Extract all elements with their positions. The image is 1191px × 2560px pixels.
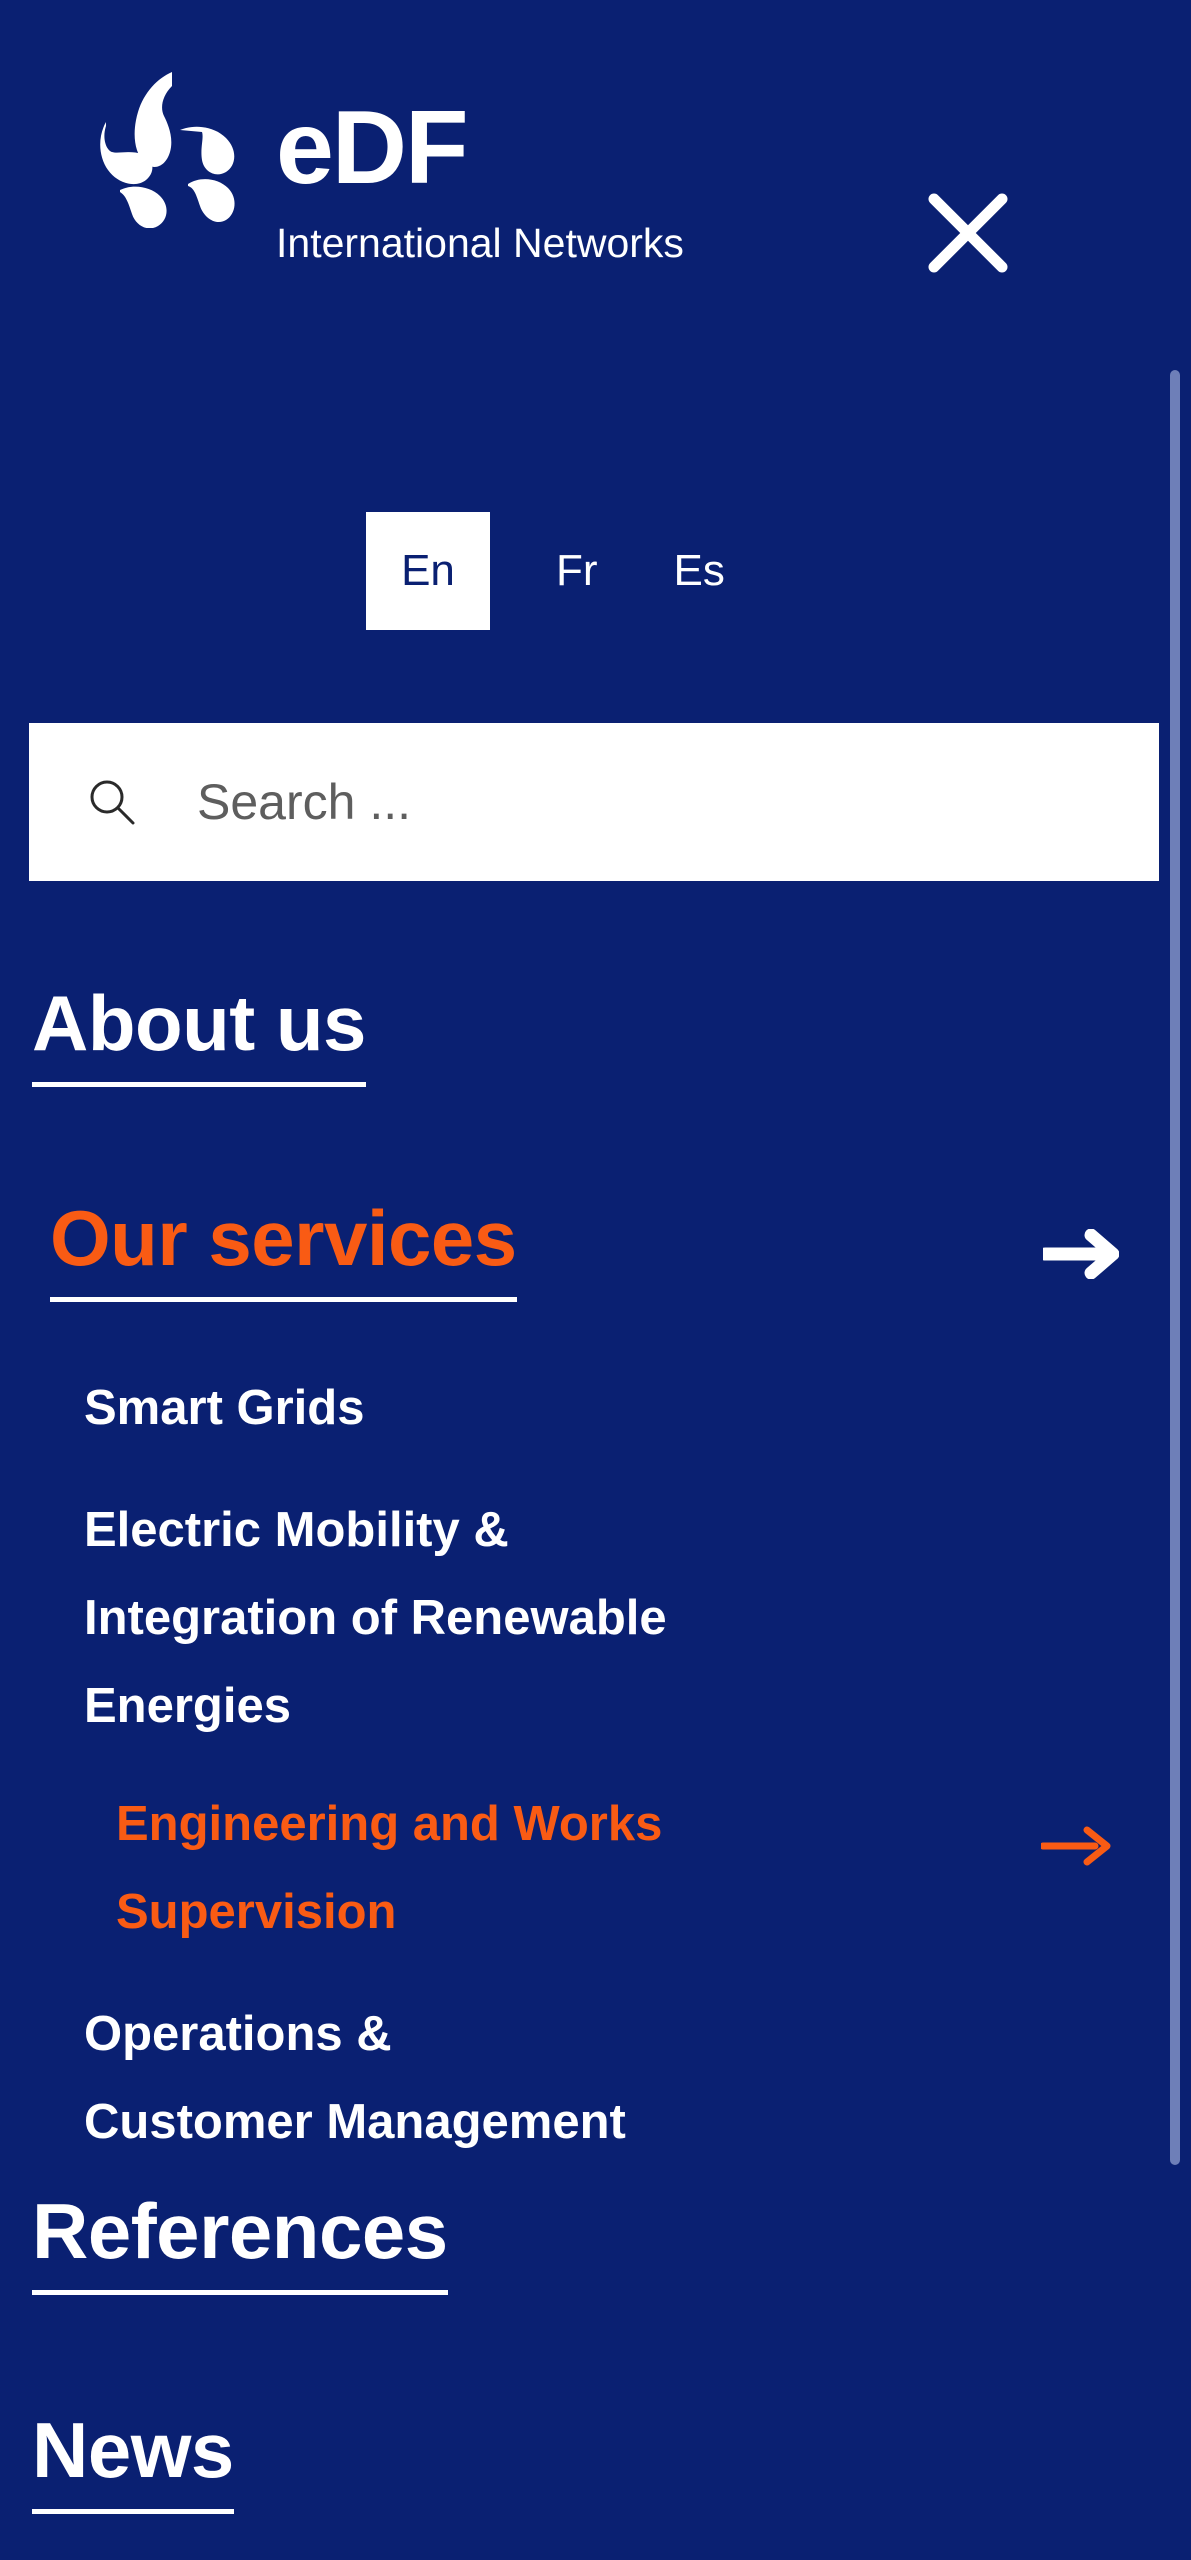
language-option-fr[interactable]: Fr	[546, 512, 608, 630]
nav-section-our-services: Our services	[0, 1195, 1191, 1302]
brand-subtitle: International Networks	[276, 220, 684, 266]
nav-section-about-us: About us	[0, 980, 1191, 1087]
arrow-right-icon	[1038, 1228, 1120, 1280]
submenu-arrow-engineering[interactable]	[1039, 1806, 1111, 1866]
menu-header: eDF International Networks	[0, 0, 1191, 340]
brand-logo[interactable]: eDF International Networks	[76, 68, 716, 298]
submenu-item-operations-customer-management[interactable]: Operations & Customer Management	[0, 1990, 1191, 2166]
mobile-menu-overlay: eDF International Networks En Fr Es Sear…	[0, 0, 1191, 2560]
language-option-en[interactable]: En	[366, 512, 490, 630]
search-magnifier-icon	[90, 780, 135, 825]
main-navigation: About us Our services Smart Grids Electr…	[0, 980, 1191, 2514]
language-option-es[interactable]: Es	[664, 512, 735, 630]
arrow-right-icon	[1039, 1826, 1111, 1866]
nav-section-news: News	[0, 2407, 1191, 2514]
nav-link-our-services[interactable]: Our services	[50, 1195, 517, 1302]
nav-link-about-us[interactable]: About us	[32, 980, 366, 1087]
nav-link-news[interactable]: News	[32, 2407, 234, 2514]
close-x-icon	[928, 193, 1008, 273]
submenu-item-engineering-works-supervision[interactable]: Engineering and Works Supervision	[0, 1780, 1191, 1956]
edf-swirl-logo-icon	[76, 68, 256, 229]
page-scrollbar-thumb[interactable]	[1170, 370, 1180, 2165]
submenu-item-label: Electric Mobility & Integration of Renew…	[84, 1503, 667, 1733]
submenu-item-label: Engineering and Works Supervision	[116, 1797, 663, 1939]
submenu-item-label: Operations & Customer Management	[84, 2007, 626, 2149]
submenu-item-label: Smart Grids	[84, 1381, 365, 1435]
brand-logo-row: eDF	[76, 68, 716, 229]
nav-section-references: References	[0, 2188, 1191, 2295]
close-menu-button[interactable]	[920, 185, 1016, 281]
nav-link-references[interactable]: References	[32, 2188, 448, 2295]
submenu-item-smart-grids[interactable]: Smart Grids	[0, 1364, 1191, 1452]
language-switcher: En Fr Es	[366, 512, 735, 630]
brand-wordmark: eDF	[276, 90, 468, 206]
submenu-item-electric-mobility[interactable]: Electric Mobility & Integration of Renew…	[0, 1486, 1191, 1750]
search-input-placeholder[interactable]: Search ...	[197, 773, 411, 831]
submenu-our-services: Smart Grids Electric Mobility & Integrat…	[0, 1364, 1191, 2166]
search-field[interactable]: Search ...	[29, 723, 1159, 881]
nav-arrow-our-services[interactable]	[1038, 1228, 1120, 1280]
